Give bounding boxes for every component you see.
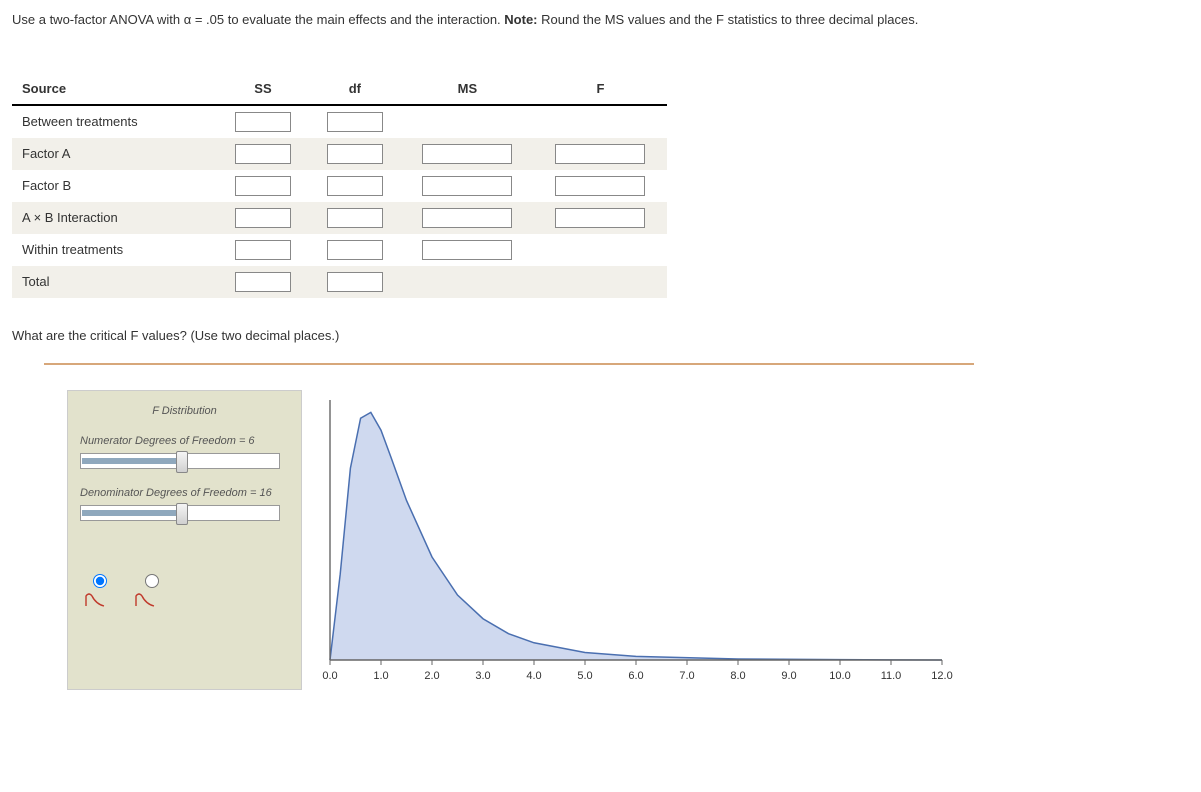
x-tick-label: 11.0 [881, 670, 902, 682]
input-within-ms[interactable] [422, 240, 512, 260]
x-tick-label: 5.0 [577, 670, 592, 682]
input-within-ss[interactable] [235, 240, 291, 260]
panel-title: F Distribution [80, 405, 289, 417]
row-between-label: Between treatments [12, 105, 217, 138]
x-tick-label: 8.0 [730, 670, 745, 682]
mode-radio-1[interactable] [93, 574, 107, 588]
input-total-ss[interactable] [235, 272, 291, 292]
denominator-df-label: Denominator Degrees of Freedom = 16 [80, 487, 289, 499]
input-interaction-ms[interactable] [422, 208, 512, 228]
x-tick-label: 2.0 [424, 670, 439, 682]
col-ss: SS [217, 73, 309, 105]
anova-table: Source SS df MS F Between treatments Fac… [12, 73, 667, 298]
distribution-control-panel: F Distribution Numerator Degrees of Free… [67, 390, 302, 690]
denominator-df-slider[interactable] [80, 505, 280, 521]
x-tick-label: 3.0 [475, 670, 490, 682]
row-factor-b-label: Factor B [12, 170, 217, 202]
instruction-note-label: Note: [504, 12, 537, 27]
col-df: df [309, 73, 401, 105]
input-factor-a-ss[interactable] [235, 144, 291, 164]
x-tick-label: 0.0 [322, 670, 337, 682]
row-total-label: Total [12, 266, 217, 298]
x-tick-label: 1.0 [373, 670, 388, 682]
critical-f-question: What are the critical F values? (Use two… [12, 328, 1189, 343]
instruction-pre: Use a two-factor ANOVA with α = .05 to e… [12, 12, 504, 27]
instruction-text: Use a two-factor ANOVA with α = .05 to e… [12, 8, 1189, 33]
x-tick-label: 6.0 [628, 670, 643, 682]
x-tick-label: 10.0 [829, 670, 850, 682]
row-factor-a-label: Factor A [12, 138, 217, 170]
col-f: F [534, 73, 667, 105]
input-interaction-ss[interactable] [235, 208, 291, 228]
mini-curve-1-icon [84, 592, 106, 608]
mini-curve-2-icon [134, 592, 156, 608]
col-source: Source [12, 73, 217, 105]
col-ms: MS [401, 73, 534, 105]
input-factor-a-df[interactable] [327, 144, 383, 164]
x-tick-label: 12.0 [931, 670, 952, 682]
input-factor-b-f[interactable] [555, 176, 645, 196]
input-factor-b-ss[interactable] [235, 176, 291, 196]
numerator-df-label: Numerator Degrees of Freedom = 6 [80, 435, 289, 447]
x-tick-label: 9.0 [781, 670, 796, 682]
input-interaction-df[interactable] [327, 208, 383, 228]
input-factor-a-ms[interactable] [422, 144, 512, 164]
input-interaction-f[interactable] [555, 208, 645, 228]
input-total-df[interactable] [327, 272, 383, 292]
x-tick-label: 7.0 [679, 670, 694, 682]
input-factor-b-ms[interactable] [422, 176, 512, 196]
input-within-df[interactable] [327, 240, 383, 260]
row-interaction-label: A × B Interaction [12, 202, 217, 234]
row-within-label: Within treatments [12, 234, 217, 266]
separator [44, 363, 974, 365]
input-between-df[interactable] [327, 112, 383, 132]
input-factor-a-f[interactable] [555, 144, 645, 164]
instruction-post: Round the MS values and the F statistics… [541, 12, 918, 27]
input-between-ss[interactable] [235, 112, 291, 132]
x-tick-label: 4.0 [526, 670, 541, 682]
input-factor-b-df[interactable] [327, 176, 383, 196]
mode-radio-2[interactable] [145, 574, 159, 588]
f-distribution-chart: 0.0 1.0 2.0 3.0 4.0 5.0 6.0 7.0 8.0 9.0 10.0 11.0 12… [312, 390, 952, 690]
numerator-df-slider[interactable] [80, 453, 280, 469]
